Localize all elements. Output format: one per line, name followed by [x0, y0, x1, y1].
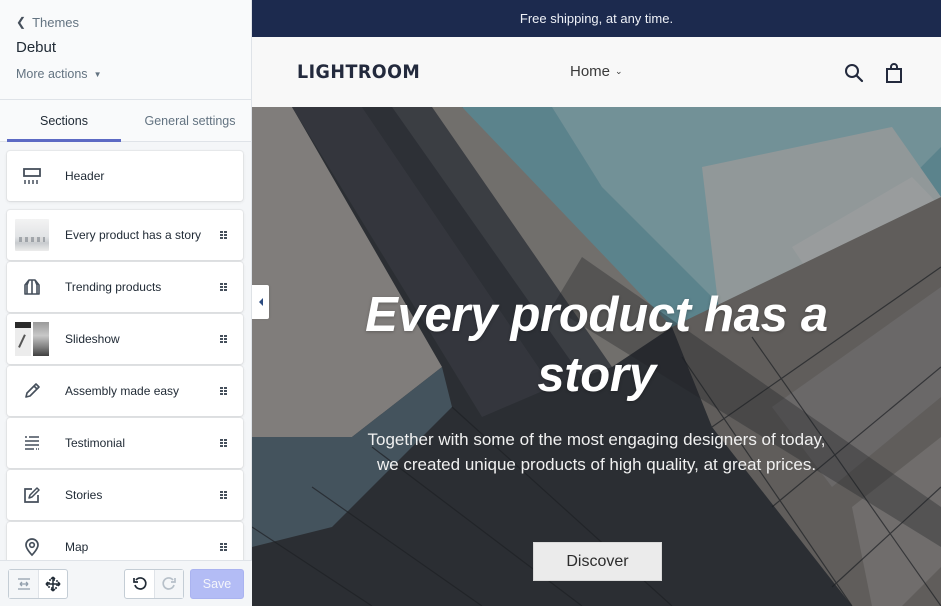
section-label: Header — [65, 169, 105, 183]
drag-handle-icon[interactable] — [220, 231, 230, 239]
section-label: Testimonial — [65, 436, 126, 450]
viewport-toggle-group — [8, 568, 68, 599]
full-width-button[interactable] — [9, 569, 38, 598]
drag-handle-icon[interactable] — [220, 543, 230, 551]
theme-name: Debut — [16, 39, 57, 56]
more-actions-dropdown[interactable]: More actions ▼ — [16, 67, 235, 81]
announcement-bar: Free shipping, at any time. — [252, 0, 941, 37]
redo-button[interactable] — [154, 569, 183, 598]
nav-home-link[interactable]: Home ⌄ — [570, 63, 623, 80]
back-link-label: Themes — [32, 14, 80, 30]
collection-icon — [15, 270, 49, 304]
header-layout-icon — [15, 159, 49, 193]
back-to-themes-link[interactable]: ❮ Themes — [16, 14, 235, 30]
nav-home-label: Home — [570, 63, 611, 80]
drag-handle-icon[interactable] — [220, 335, 230, 343]
history-button-group — [124, 568, 184, 599]
store-header: LIGHTROOM Home ⌄ — [252, 37, 941, 107]
discover-button[interactable]: Discover — [533, 542, 662, 581]
sidebar-tabs: Sections General settings — [0, 100, 251, 142]
inspector-toggle-button[interactable] — [38, 569, 67, 598]
store-logo[interactable]: LIGHTROOM — [297, 61, 420, 83]
search-icon[interactable] — [843, 62, 865, 84]
caret-down-icon: ▼ — [93, 69, 102, 79]
section-item-slideshow[interactable]: Slideshow — [7, 314, 243, 364]
theme-editor-sidebar: ❮ Themes Debut More actions ▼ Sections G… — [0, 0, 252, 606]
section-item-map[interactable]: Map — [7, 522, 243, 561]
section-label: Stories — [65, 488, 103, 502]
announcement-text: Free shipping, at any time. — [519, 11, 674, 26]
collapse-sidebar-button[interactable] — [252, 285, 269, 319]
tab-sections[interactable]: Sections — [0, 100, 128, 142]
caret-left-icon — [258, 298, 263, 306]
map-pin-icon — [15, 530, 49, 561]
text-lines-icon — [15, 426, 49, 460]
cart-bag-icon[interactable] — [883, 62, 905, 84]
tab-general-settings[interactable]: General settings — [128, 100, 252, 141]
sidebar-footer: Save — [0, 560, 252, 606]
store-preview: Free shipping, at any time. LIGHTROOM Ho… — [252, 0, 941, 606]
move-arrows-icon — [45, 575, 61, 592]
slideshow-thumbnail — [15, 322, 49, 356]
undo-button[interactable] — [125, 570, 154, 598]
hero-content: Every product has a story Together with … — [252, 285, 941, 477]
drag-handle-icon[interactable] — [220, 439, 230, 447]
section-label: Map — [65, 540, 89, 554]
section-label: Trending products — [65, 280, 162, 294]
section-item-header[interactable]: Header — [7, 151, 243, 201]
tab-sections-label: Sections — [40, 113, 88, 128]
section-list: Header Every product has a story Trendin… — [0, 143, 252, 561]
section-item-testimonial[interactable]: Testimonial — [7, 418, 243, 468]
drag-handle-icon[interactable] — [220, 283, 230, 291]
drag-handle-icon[interactable] — [220, 491, 230, 499]
section-item-stories[interactable]: Stories — [7, 470, 243, 520]
tab-general-settings-label: General settings — [144, 113, 236, 128]
chevron-left-icon: ❮ — [16, 15, 27, 29]
save-button[interactable]: Save — [190, 568, 244, 599]
section-label: Assembly made easy — [65, 384, 180, 398]
full-width-icon — [17, 577, 30, 590]
undo-icon — [132, 576, 147, 590]
hero-title: Every product has a story — [365, 288, 828, 402]
hero-description: Together with some of the most engaging … — [367, 430, 826, 474]
more-actions-label: More actions — [16, 67, 88, 81]
section-label: Slideshow — [65, 332, 120, 346]
chevron-down-icon: ⌄ — [615, 66, 623, 76]
redo-icon — [162, 576, 176, 590]
hero-banner: Every product has a story Together with … — [252, 107, 941, 606]
sidebar-header: ❮ Themes Debut More actions ▼ — [0, 0, 251, 100]
section-item-every-product-has-a-story[interactable]: Every product has a story — [7, 210, 243, 260]
section-label: Every product has a story — [65, 228, 202, 242]
image-thumbnail — [15, 218, 49, 252]
section-item-trending-products[interactable]: Trending products — [7, 262, 243, 312]
pencil-icon — [15, 374, 49, 408]
edit-note-icon — [15, 478, 49, 512]
drag-handle-icon[interactable] — [220, 387, 230, 395]
section-item-assembly-made-easy[interactable]: Assembly made easy — [7, 366, 243, 416]
